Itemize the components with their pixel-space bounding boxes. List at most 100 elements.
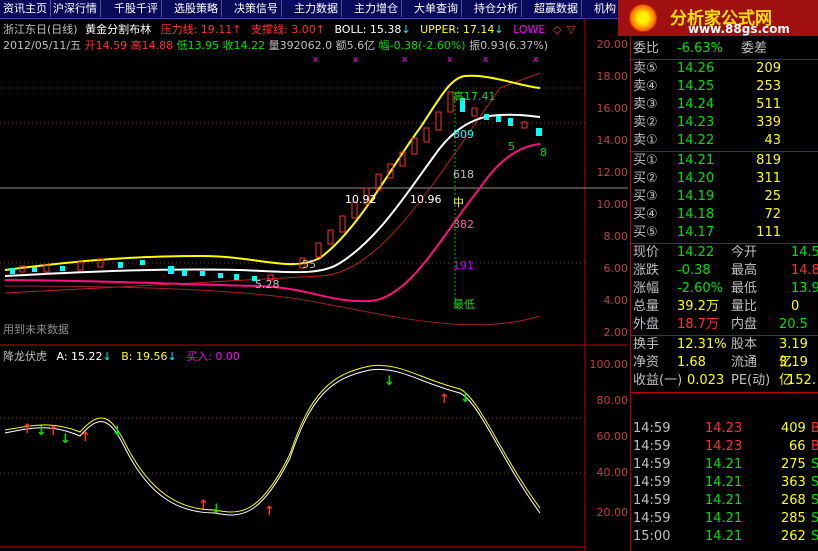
sub-y-label: 20.00 — [596, 506, 629, 519]
nav-item-main-increase[interactable]: 主力增仓 — [351, 0, 402, 17]
tick-time: 14:59 — [633, 457, 671, 472]
nav-item-market[interactable]: 沪深行情 — [50, 0, 101, 17]
marker-row: xxx xxx — [313, 55, 539, 65]
nav-item-strategy[interactable]: 选股策略 — [171, 0, 222, 17]
sub-y-label: 100.00 — [589, 358, 629, 371]
quote-label: 涨幅 — [633, 281, 660, 296]
buy-row[interactable]: 买⑤ 14.17 111 — [631, 224, 818, 242]
nav-item-super-data[interactable]: 超赢数据 — [531, 0, 582, 17]
fib-809: 809 — [453, 128, 474, 141]
buy-row[interactable]: 买① 14.21 819 — [631, 152, 818, 170]
y-label: 6.00 — [603, 262, 629, 275]
buy-row[interactable]: 买③ 14.19 25 — [631, 188, 818, 206]
tick-volume: 275 — [781, 457, 806, 472]
order-ratio-value: -6.63% — [677, 41, 723, 56]
quote-label: 外盘 — [633, 317, 660, 332]
tick-volume: 285 — [781, 511, 806, 526]
tick-time: 15:00 — [633, 529, 671, 544]
tick-row[interactable]: 14:59 14.21 285 S — [631, 510, 818, 528]
tick-row[interactable]: 15:00 14.21 262 S — [631, 528, 818, 546]
nav-item-signal[interactable]: 决策信号 — [231, 0, 282, 17]
tick-row[interactable]: 14:59 14.23 409 B — [631, 420, 818, 438]
down-arrow-icon: ↓ — [167, 350, 177, 363]
sell-price: 14.24 — [677, 97, 715, 112]
svg-text:x: x — [447, 55, 453, 65]
quote-label: 流通 — [731, 355, 758, 370]
quote-label: 股本 — [731, 337, 758, 352]
quote-row: 外盘 18.7万 内盘 20.5 — [631, 316, 818, 334]
tick-price: 14.21 — [705, 493, 743, 508]
quote-label: 现价 — [633, 245, 660, 260]
buy-level-label: 买④ — [633, 207, 658, 222]
svg-text:x: x — [533, 55, 539, 65]
buy-price: 14.17 — [677, 225, 715, 240]
quote-value: 39.2万 — [677, 299, 719, 314]
quote-label: 最低 — [731, 281, 758, 296]
nav-item-institution[interactable]: 机构 — [591, 0, 620, 17]
buy-row[interactable]: 买② 14.20 311 — [631, 170, 818, 188]
tick-time: 14:59 — [633, 493, 671, 508]
nav-item-main-data[interactable]: 主力数据 — [291, 0, 342, 17]
sell-row[interactable]: 卖④ 14.25 253 — [631, 78, 818, 96]
logo-url: www.88gs.com — [688, 22, 790, 36]
quote-row: 收益(一) 0.023 PE(动) 152. — [631, 372, 818, 390]
tick-time: 14:59 — [633, 439, 671, 454]
tick-price: 14.21 — [705, 529, 743, 544]
tick-row[interactable]: 14:59 14.21 363 S — [631, 474, 818, 492]
sell-price: 14.23 — [677, 115, 715, 130]
quote-value: 1.68 — [677, 355, 706, 370]
tick-price: 14.21 — [705, 475, 743, 490]
quote-label: 总量 — [633, 299, 660, 314]
mid-value-2: 10.96 — [410, 193, 442, 206]
tick-row[interactable]: 14:59 14.21 268 S — [631, 492, 818, 510]
tick-price: 14.21 — [705, 511, 743, 526]
tick-row[interactable]: 14:59 14.21 275 S — [631, 456, 818, 474]
sell-row[interactable]: 卖② 14.23 339 — [631, 114, 818, 132]
y-label: 18.00 — [596, 70, 629, 83]
quote-value: 18.7万 — [677, 317, 719, 332]
order-diff-label: 委差 — [741, 41, 768, 56]
quote-label: 收益(一) — [633, 373, 683, 388]
sell-level-label: 卖③ — [633, 97, 658, 112]
tick-volume: 363 — [781, 475, 806, 490]
sub-a-value: A: 15.22 — [56, 350, 103, 363]
nav-item-holding[interactable]: 持仓分析 — [471, 0, 522, 17]
mid-value-1: 10.92 — [345, 193, 377, 206]
low-value-annotation: 5.28 — [255, 278, 280, 291]
svg-text:x: x — [483, 55, 489, 65]
sell-volume: 209 — [756, 61, 781, 76]
sell-price: 14.25 — [677, 79, 715, 94]
buy-row[interactable]: 买④ 14.18 72 — [631, 206, 818, 224]
tick-volume: 268 — [781, 493, 806, 508]
buy-arrow-icon: ↑ — [264, 504, 275, 519]
quote-label: 内盘 — [731, 317, 758, 332]
tick-flag: S — [811, 529, 818, 544]
sell-volume: 511 — [756, 97, 781, 112]
nav-item-stock-review[interactable]: 千股千评 — [111, 0, 162, 17]
sell-arrow-icon: ↓ — [211, 502, 222, 517]
sell-level-label: 卖⑤ — [633, 61, 658, 76]
nav-item-news[interactable]: 资讯主页 — [0, 0, 51, 17]
y-label: 8.00 — [603, 230, 629, 243]
sub-y-label: 60.00 — [596, 430, 629, 443]
sell-arrow-icon: ↓ — [60, 432, 71, 447]
tick-row[interactable]: 14:59 14.23 66 B — [631, 438, 818, 456]
quote-value: 152. — [787, 373, 816, 388]
divider — [631, 392, 818, 393]
sell-row[interactable]: 卖③ 14.24 511 — [631, 96, 818, 114]
quote-label: 涨跌 — [633, 263, 660, 278]
down-arrow-icon: ↓ — [102, 350, 112, 363]
quote-row: 现价 14.22 今开 14.5 — [631, 244, 818, 262]
high-annotation: 高17.41 — [453, 90, 496, 103]
tick-flag: B — [811, 421, 818, 436]
sell-row[interactable]: 卖⑤ 14.26 209 — [631, 60, 818, 78]
sell-row[interactable]: 卖① 14.22 43 — [631, 132, 818, 150]
buy-level-label: 买③ — [633, 189, 658, 204]
main-chart-area[interactable]: 浙江东日(日线) 黄金分割布林 压力线: 19.11↑ 支撑线: 3.00↑ B… — [0, 18, 628, 551]
tick-price: 14.21 — [705, 457, 743, 472]
sell-level-label: 卖① — [633, 133, 658, 148]
nav-item-bigorder[interactable]: 大单查询 — [411, 0, 462, 17]
quote-value: -2.60% — [677, 281, 723, 296]
quote-row: 总量 39.2万 量比 0 — [631, 298, 818, 316]
quote-label: 今开 — [731, 245, 758, 260]
